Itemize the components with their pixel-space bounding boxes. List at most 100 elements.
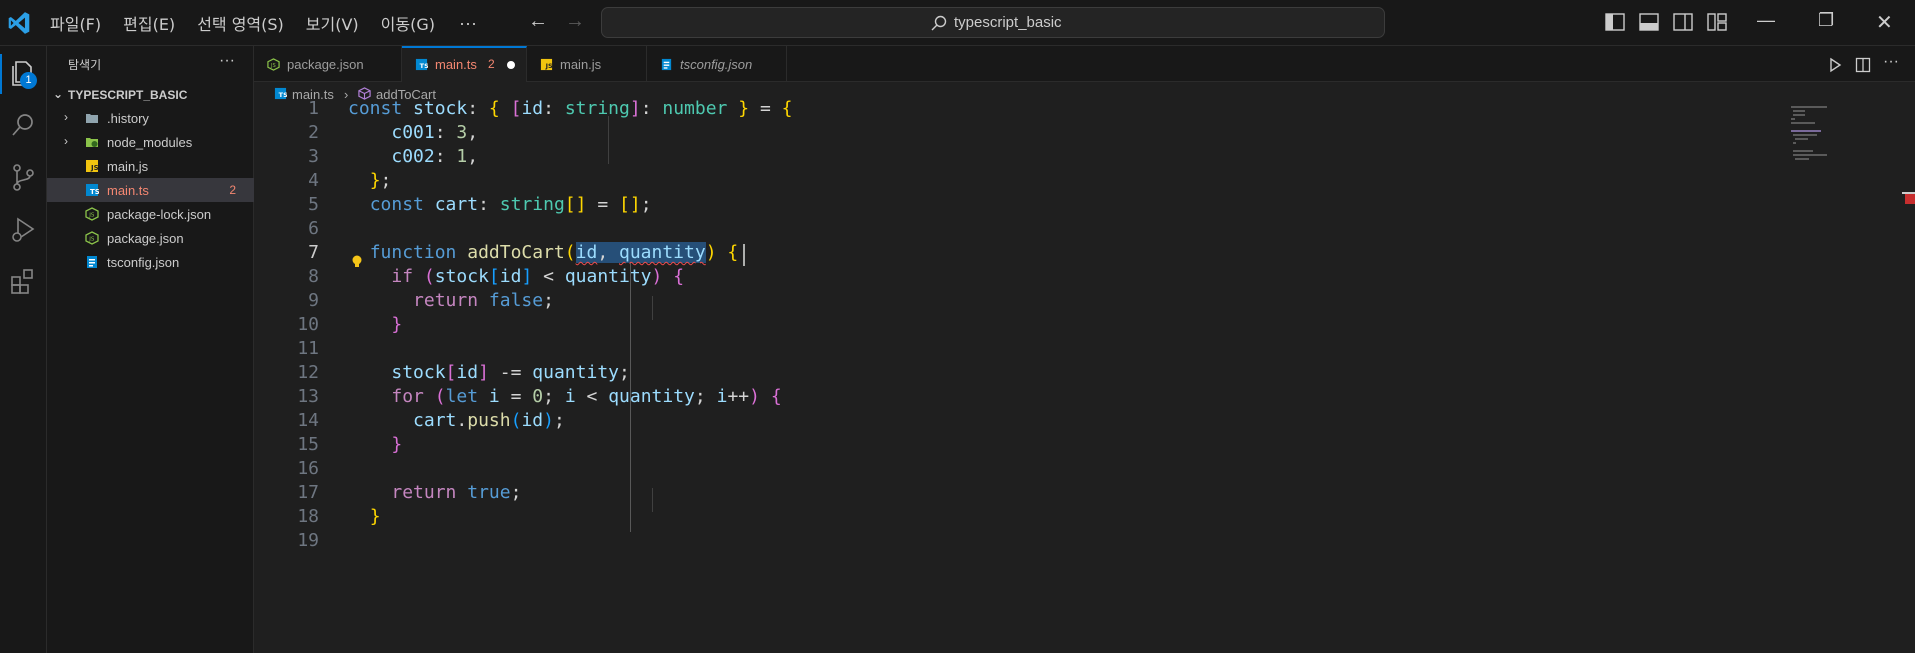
npm-file-icon: JS — [85, 207, 99, 221]
editor-more-button[interactable]: ··· — [1883, 53, 1899, 71]
tree-item-history[interactable]: › .history — [47, 106, 254, 130]
code-line[interactable]: c001: 3, — [348, 122, 478, 143]
customize-layout-icon[interactable] — [1706, 12, 1728, 32]
code-line[interactable]: if (stock[id] < quantity) { — [348, 266, 684, 287]
code-line[interactable]: const cart: string[] = []; — [348, 194, 652, 215]
code-line[interactable]: return false; — [348, 290, 554, 311]
tsconfig-file-icon — [87, 256, 97, 268]
line-number: 16 — [297, 458, 319, 479]
unsaved-dot-icon[interactable] — [507, 61, 515, 69]
tree-item-package-lock-json[interactable]: JS package-lock.json — [47, 202, 254, 226]
svg-text:TS: TS — [420, 62, 428, 70]
code-line[interactable]: for (let i = 0; i < quantity; i++) { — [348, 386, 781, 407]
line-number: 6 — [308, 218, 319, 239]
restore-icon[interactable]: ❐ — [1818, 10, 1834, 31]
line-number: 12 — [297, 362, 319, 383]
sidebar-title: 탐색기 — [68, 58, 102, 72]
line-number: 15 — [297, 434, 319, 455]
sidebar-more-button[interactable]: ··· — [219, 52, 235, 70]
line-number: 2 — [308, 122, 319, 143]
chevron-right-icon: › — [64, 134, 68, 148]
tree-item-label: main.js — [107, 159, 149, 174]
node-folder-icon — [86, 138, 98, 147]
toggle-primary-sidebar-icon[interactable] — [1604, 12, 1626, 32]
menu-view[interactable]: 보기(V) — [306, 11, 359, 35]
line-number: 13 — [297, 386, 319, 407]
back-arrow-icon[interactable]: ← — [528, 10, 548, 33]
tree-item-label: node_modules — [107, 135, 193, 150]
svg-text:JS: JS — [90, 164, 99, 172]
search-icon[interactable] — [6, 108, 40, 142]
code-line[interactable]: } — [348, 434, 402, 455]
run-icon[interactable] — [1827, 57, 1843, 73]
ts-file-icon: TS — [86, 184, 99, 196]
folder-icon — [86, 114, 98, 123]
menu-bar: 파일(F) 편집(E) 선택 영역(S) 보기(V) 이동(G) ··· — [50, 0, 477, 46]
line-number: 19 — [297, 530, 319, 551]
command-center-text: typescript_basic — [954, 14, 1062, 31]
error-count-badge: 2 — [229, 183, 236, 197]
tree-item-tsconfig-json[interactable]: tsconfig.json — [47, 250, 254, 274]
code-line[interactable]: } — [348, 506, 381, 527]
code-line[interactable]: stock[id] -= quantity; — [348, 362, 629, 383]
svg-text:JS: JS — [88, 213, 95, 219]
menu-more-button[interactable]: ··· — [459, 13, 477, 34]
code-editor[interactable]: 1 const stock: { [id: string]: number } =… — [254, 98, 1915, 653]
code-line[interactable]: const stock: { [id: string]: number } = … — [348, 98, 792, 119]
tree-item-node-modules[interactable]: › node_modules — [47, 130, 254, 154]
line-number: 11 — [297, 338, 319, 359]
line-number: 5 — [308, 194, 319, 215]
menu-file[interactable]: 파일(F) — [50, 11, 101, 35]
code-line[interactable]: return true; — [348, 482, 521, 503]
extensions-icon[interactable] — [6, 264, 40, 298]
forward-arrow-icon[interactable]: → — [565, 10, 585, 33]
toggle-panel-icon[interactable] — [1638, 12, 1660, 32]
indent-guide — [652, 296, 653, 320]
text-cursor — [743, 244, 745, 266]
tab-label: main.js — [560, 57, 602, 72]
tab-main-js[interactable]: JS main.js — [527, 46, 647, 82]
tab-error-count: 2 — [488, 57, 495, 71]
line-number: 3 — [308, 146, 319, 167]
js-file-icon: JS — [540, 58, 553, 70]
tree-item-main-ts[interactable]: TS main.ts 2 — [47, 178, 254, 202]
line-number: 4 — [308, 170, 319, 191]
code-line[interactable]: cart.push(id); — [348, 410, 565, 431]
menu-edit[interactable]: 편집(E) — [123, 11, 175, 35]
close-icon[interactable]: ✕ — [1876, 10, 1893, 35]
search-icon — [931, 15, 947, 31]
code-line[interactable]: }; — [348, 170, 392, 191]
tree-item-label: tsconfig.json — [107, 255, 180, 270]
code-line[interactable]: } — [348, 314, 402, 335]
vscode-logo-icon — [8, 12, 30, 34]
tree-item-label: package.json — [107, 231, 184, 246]
js-file-icon: JS — [86, 160, 99, 172]
tab-main-ts[interactable]: TS main.ts 2 — [402, 46, 527, 82]
source-control-icon[interactable] — [6, 160, 40, 194]
tab-package-json[interactable]: JS package.json — [254, 46, 402, 82]
tab-label: package.json — [287, 57, 364, 72]
activity-bar: 1 — [0, 46, 47, 653]
explorer-badge: 1 — [20, 72, 37, 89]
tree-item-package-json[interactable]: JS package.json — [47, 226, 254, 250]
code-line[interactable]: function addToCart(id, quantity) { — [348, 242, 738, 263]
tree-item-main-js[interactable]: JS main.js — [47, 154, 254, 178]
indent-guide — [652, 488, 653, 512]
minimap[interactable] — [1790, 104, 1900, 164]
command-center-search[interactable]: typescript_basic — [601, 7, 1385, 38]
toggle-secondary-sidebar-icon[interactable] — [1672, 12, 1694, 32]
menu-go[interactable]: 이동(G) — [381, 11, 435, 35]
ts-file-icon: TS — [415, 58, 428, 70]
menu-selection[interactable]: 선택 영역(S) — [197, 11, 284, 35]
svg-text:JS: JS — [88, 237, 95, 243]
split-editor-icon[interactable] — [1855, 57, 1871, 73]
run-debug-icon[interactable] — [6, 212, 40, 246]
line-number: 14 — [297, 410, 319, 431]
tab-tsconfig-json[interactable]: tsconfig.json — [647, 46, 787, 82]
code-line[interactable]: c002: 1, — [348, 146, 478, 167]
svg-text:TS: TS — [90, 188, 99, 196]
indent-guide — [608, 116, 609, 164]
layout-controls — [1604, 12, 1740, 32]
minimize-icon[interactable]: — — [1757, 10, 1775, 31]
workspace-folder-header[interactable]: ⌄ TYPESCRIPT_BASIC — [47, 84, 254, 106]
